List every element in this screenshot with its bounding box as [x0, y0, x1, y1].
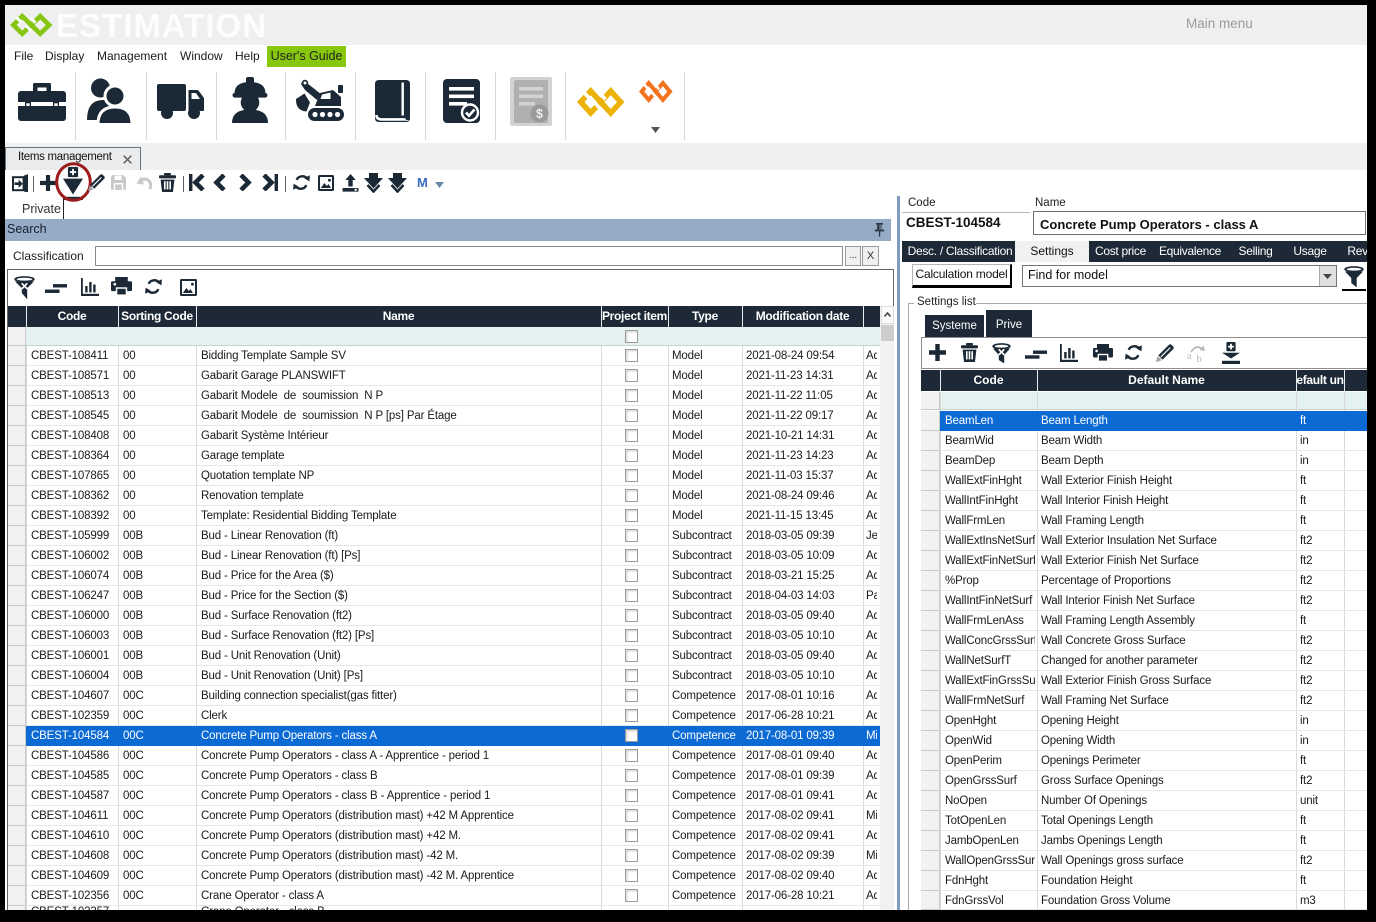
svg-text:a: a: [1187, 351, 1192, 362]
svg-text:b: b: [1197, 354, 1202, 362]
svg-text:$: $: [536, 107, 543, 121]
